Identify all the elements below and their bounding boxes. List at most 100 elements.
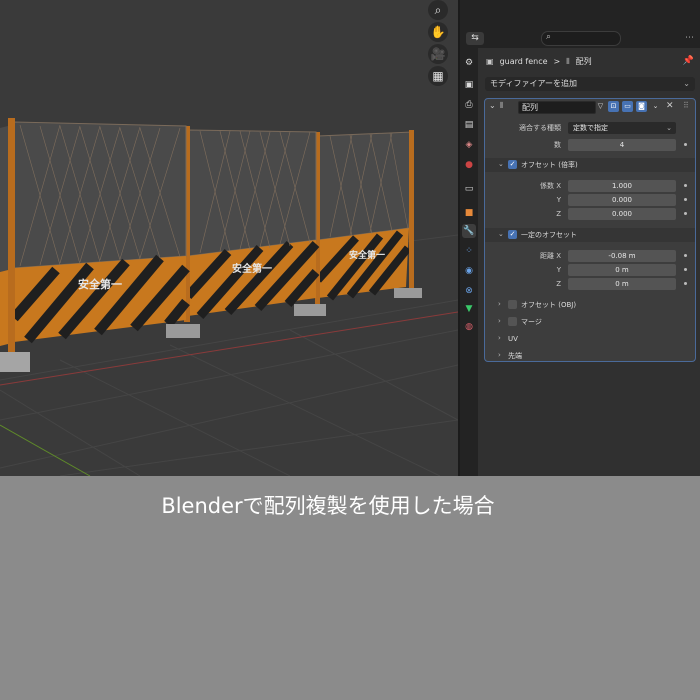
material-tab-icon[interactable]: ◍ <box>462 320 476 334</box>
modifier-tab-icon[interactable]: 🔧 <box>462 224 476 238</box>
object-tab-icon[interactable]: ■ <box>462 206 476 220</box>
factor-z-label: Z <box>556 210 561 218</box>
relative-offset-checkbox[interactable]: ✓ <box>508 160 517 169</box>
constant-offset-checkbox[interactable]: ✓ <box>508 230 517 239</box>
add-modifier-label: モディファイアーを追加 <box>490 79 577 88</box>
constant-offset-x-row: 距離 X -0.08 m <box>485 250 695 262</box>
factor-y-field[interactable]: 0.000 <box>568 194 676 206</box>
options-icon[interactable]: ⋯ <box>685 33 694 43</box>
merge-subpanel[interactable]: › マージ <box>485 315 695 329</box>
breadcrumb-object: guard fence <box>499 57 548 66</box>
factor-z-field[interactable]: 0.000 <box>568 208 676 220</box>
render-toggle-icon[interactable]: ◙ <box>636 101 647 112</box>
uv-subpanel[interactable]: › UV <box>485 332 695 346</box>
chevron-right-icon: › <box>498 351 501 359</box>
keyframe-dot-icon[interactable] <box>684 268 687 271</box>
fence-scene: 安全第一 安全第一 安全第一 <box>0 118 458 476</box>
physics-tab-icon[interactable]: ◉ <box>462 264 476 278</box>
object-offset-subpanel[interactable]: › オフセット (OBJ) <box>485 298 695 312</box>
keyframe-dot-icon[interactable] <box>684 184 687 187</box>
keyframe-dot-icon[interactable] <box>684 254 687 257</box>
distance-x-field[interactable]: -0.08 m <box>568 250 676 262</box>
chevron-right-icon: › <box>498 334 501 342</box>
zoom-icon[interactable]: ⌕ <box>428 0 448 20</box>
view-layer-tab-icon[interactable]: ▤ <box>462 118 476 132</box>
breadcrumb-separator: > <box>553 57 561 66</box>
constraints-tab-icon[interactable]: ⊗ <box>462 284 476 298</box>
relative-offset-y-row: Y 0.000 <box>485 194 695 206</box>
constant-offset-label: 一定のオフセット <box>521 231 577 239</box>
modifier-panel: ▣ guard fence > ⫴ 配列 📌 モディファイアーを追加 ⌄ ⌄ ⫴ ▽ ⊡… <box>478 48 700 476</box>
hand-pan-icon[interactable]: ✋ <box>428 22 448 42</box>
constant-offset-subpanel[interactable]: ⌄ ✓ 一定のオフセット <box>485 228 695 242</box>
breadcrumb: ▣ guard fence > ⫴ 配列 <box>486 55 598 69</box>
relative-offset-label: オフセット (倍率) <box>521 161 578 169</box>
output-tab-icon[interactable]: ⎙ <box>462 98 476 112</box>
keyframe-dot-icon[interactable] <box>684 143 687 146</box>
relative-offset-subpanel[interactable]: ⌄ ✓ オフセット (倍率) <box>485 158 695 172</box>
fit-type-label: 適合する種類 <box>519 124 561 132</box>
fence-sign-label: 安全第一 <box>349 249 385 261</box>
modifier-name-input[interactable] <box>518 101 596 114</box>
relative-offset-x-row: 係数 X 1.000 <box>485 180 695 192</box>
tool-tab-icon[interactable]: ⚙ <box>462 56 476 70</box>
keyframe-dot-icon[interactable] <box>684 282 687 285</box>
viewport-toggle-icon[interactable]: ▭ <box>622 101 633 112</box>
factor-x-field[interactable]: 1.000 <box>568 180 676 192</box>
object-offset-checkbox[interactable] <box>508 300 517 309</box>
render-tab-icon[interactable]: ▣ <box>462 78 476 92</box>
caps-label: 先端 <box>508 352 522 360</box>
relative-offset-z-row: Z 0.000 <box>485 208 695 220</box>
merge-label: マージ <box>521 318 542 326</box>
editor-type-button[interactable]: ⇆ <box>466 32 484 45</box>
data-tab-icon[interactable]: ▼ <box>462 302 476 316</box>
fit-type-value: 定数で指定 <box>573 124 608 132</box>
fence-panels <box>0 118 422 372</box>
chevron-right-icon: › <box>498 317 501 325</box>
array-modifier-card: ⌄ ⫴ ▽ ⊡ ▭ ◙ ⌄ ✕ ⠿ 適合する種類 定数で指定 ⌄ 数 4 <box>484 98 696 362</box>
array-icon: ⫴ <box>566 57 570 66</box>
close-icon[interactable]: ✕ <box>666 101 674 111</box>
constant-offset-y-row: Y 0 m <box>485 264 695 276</box>
chevron-down-icon: ⌄ <box>498 230 504 238</box>
keyframe-dot-icon[interactable] <box>684 212 687 215</box>
drag-handle-icon[interactable]: ⠿ <box>683 101 689 110</box>
collection-tab-icon[interactable]: ▭ <box>462 182 476 196</box>
caps-subpanel[interactable]: › 先端 <box>485 349 695 363</box>
factor-x-label: 係数 X <box>539 182 561 190</box>
particles-tab-icon[interactable]: ⁘ <box>462 244 476 258</box>
array-modifier-icon: ⫴ <box>500 101 504 110</box>
distance-y-label: Y <box>556 266 561 274</box>
modifier-menu-chevron-icon[interactable]: ⌄ <box>650 101 661 112</box>
count-field[interactable]: 4 <box>568 139 676 151</box>
properties-header: ⇆ ⌕ ⋯ <box>460 0 700 48</box>
distance-z-label: Z <box>556 280 561 288</box>
uv-label: UV <box>508 335 518 343</box>
distance-y-field[interactable]: 0 m <box>568 264 676 276</box>
pin-icon[interactable]: 📌 <box>683 56 694 66</box>
edit-mode-toggle-icon[interactable]: ⊡ <box>608 101 619 112</box>
modifier-header: ⌄ ⫴ ▽ ⊡ ▭ ◙ ⌄ ✕ ⠿ <box>485 99 695 115</box>
distance-z-field[interactable]: 0 m <box>568 278 676 290</box>
grid-view-icon[interactable]: ▦ <box>428 66 448 86</box>
object-offset-label: オフセット (OBJ) <box>521 301 577 309</box>
properties-tabs: ⚙ ▣ ⎙ ▤ ◈ ● ▭ ■ 🔧 ⁘ ◉ ⊗ ▼ ◍ <box>460 48 478 476</box>
search-icon: ⌕ <box>546 32 552 42</box>
3d-viewport[interactable]: 安全第一 安全第一 安全第一 ⌕ ✋ 🎥 ▦ <box>0 0 458 476</box>
chevron-down-icon: ⌄ <box>683 79 690 88</box>
fit-type-dropdown[interactable]: 定数で指定 ⌄ <box>568 122 676 134</box>
on-cage-icon[interactable]: ▽ <box>595 101 606 112</box>
keyframe-dot-icon[interactable] <box>684 198 687 201</box>
fence-sign-label: 安全第一 <box>78 277 122 291</box>
collapse-chevron-icon[interactable]: ⌄ <box>489 101 496 110</box>
merge-checkbox[interactable] <box>508 317 517 326</box>
chevron-down-icon: ⌄ <box>498 160 504 168</box>
world-tab-icon[interactable]: ● <box>462 158 476 172</box>
add-modifier-dropdown[interactable]: モディファイアーを追加 ⌄ <box>485 77 695 91</box>
search-field[interactable]: ⌕ <box>541 31 621 46</box>
properties-editor: ⇆ ⌕ ⋯ ⚙ ▣ ⎙ ▤ ◈ ● ▭ ■ 🔧 ⁘ ◉ ⊗ ▼ ◍ ▣ guard… <box>460 0 700 476</box>
search-input[interactable] <box>558 33 616 44</box>
camera-view-icon[interactable]: 🎥 <box>428 44 448 64</box>
scene-tab-icon[interactable]: ◈ <box>462 138 476 152</box>
count-row: 数 4 <box>485 139 695 151</box>
